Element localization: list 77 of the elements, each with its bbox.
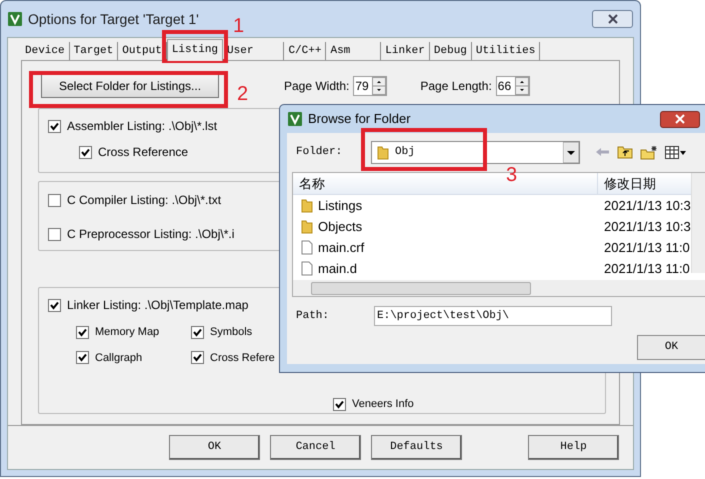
spin-field[interactable]: 79 — [353, 76, 388, 96]
checkbox-label: C Preprocessor Listing: .\Obj\*.i — [67, 226, 234, 243]
dialog-button[interactable]: Defaults — [371, 435, 462, 460]
folder-icon — [301, 198, 313, 213]
checkbox-label: Assembler Listing: .\Obj\*.lst — [67, 118, 218, 135]
spinner-arrows-icon — [514, 77, 529, 95]
checkbox-label: C Compiler Listing: .\Obj\*.txt — [67, 192, 222, 209]
folder-dropdown[interactable]: Obj — [371, 140, 580, 164]
close-button[interactable] — [592, 10, 633, 28]
window-title: Options for Target 'Target 1' — [28, 10, 199, 29]
annotation-box — [162, 30, 228, 63]
checkbox-label: Cross Reference — [98, 144, 188, 161]
file-icon — [301, 261, 313, 276]
dropdown-arrow-icon — [563, 142, 579, 162]
checkbox[interactable] — [48, 298, 61, 312]
checkbox-label: Cross Refere — [210, 350, 275, 366]
checkmark-icon — [78, 353, 87, 362]
app-icon — [8, 12, 22, 26]
back-arrow-icon — [595, 147, 610, 157]
close-icon — [608, 14, 618, 24]
checkbox[interactable] — [79, 146, 92, 158]
select-folder-button[interactable]: Select Folder for Listings... — [41, 74, 219, 98]
file-name[interactable]: Objects — [318, 216, 362, 236]
vertical-scrollbar[interactable] — [691, 173, 705, 273]
checkbox[interactable] — [333, 398, 346, 411]
file-date: 2021/1/13 10:3 — [603, 196, 691, 215]
checkmark-icon — [50, 300, 59, 310]
column-header[interactable]: 修改日期 — [598, 173, 656, 194]
field-label: Folder: — [295, 144, 344, 160]
up-folder-icon — [617, 145, 633, 159]
annotation-number: 2 — [237, 84, 248, 104]
dialog-button[interactable]: OK — [169, 435, 260, 460]
checkbox-label: Veneers Info — [352, 397, 414, 412]
checkmark-icon — [193, 353, 202, 362]
checkmark-icon — [335, 400, 344, 409]
checkbox[interactable] — [48, 120, 61, 132]
file-date: 2021/1/13 11:0 — [603, 238, 690, 257]
checkmark-icon — [193, 328, 202, 337]
field-label: Page Length: — [420, 78, 492, 95]
dialog-button[interactable]: Cancel — [270, 435, 361, 460]
checkmark-icon — [50, 122, 59, 130]
checkbox[interactable] — [76, 326, 89, 339]
ok-button[interactable]: OK — [637, 335, 705, 360]
file-name[interactable]: main.d — [318, 258, 358, 278]
spinner-arrows-icon — [372, 77, 386, 95]
checkmark-icon — [81, 148, 90, 156]
checkbox-label: Symbols — [210, 325, 252, 340]
checkbox[interactable] — [48, 228, 61, 240]
file-date: 2021/1/13 11:0 — [603, 260, 690, 278]
field-label: Page Width: — [284, 78, 350, 95]
file-name[interactable]: main.crf — [318, 238, 364, 258]
file-date: 2021/1/13 10:3 — [603, 218, 691, 236]
horizontal-scrollbar[interactable] — [293, 280, 705, 296]
new-folder-icon — [640, 144, 658, 160]
path-field[interactable]: E:\project\test\Obj\ — [374, 306, 612, 326]
file-name[interactable]: Listings — [318, 196, 362, 216]
file-icon — [301, 240, 313, 255]
close-icon — [675, 114, 685, 124]
checkmark-icon — [78, 328, 87, 337]
spin-field[interactable]: 66 — [496, 76, 530, 96]
annotation-number: 1 — [233, 16, 244, 36]
dialog-button[interactable]: Help — [528, 435, 619, 460]
checkbox[interactable] — [48, 194, 61, 206]
checkbox[interactable] — [76, 351, 89, 364]
checkbox-label: Callgraph — [95, 350, 142, 366]
dialog-title: Browse for Folder — [308, 110, 411, 128]
folder-icon — [377, 144, 389, 160]
tab[interactable]: Listing — [166, 39, 224, 61]
app-icon — [288, 112, 302, 126]
view-menu-icon — [665, 146, 687, 158]
checkbox-label: Linker Listing: .\Obj\Template.map — [67, 297, 248, 314]
checkbox-label: Memory Map — [95, 325, 160, 340]
checkbox[interactable] — [191, 326, 204, 339]
close-button[interactable] — [660, 110, 700, 128]
checkbox[interactable] — [191, 351, 204, 364]
field-label: Path: — [295, 308, 330, 324]
folder-icon — [301, 219, 313, 234]
